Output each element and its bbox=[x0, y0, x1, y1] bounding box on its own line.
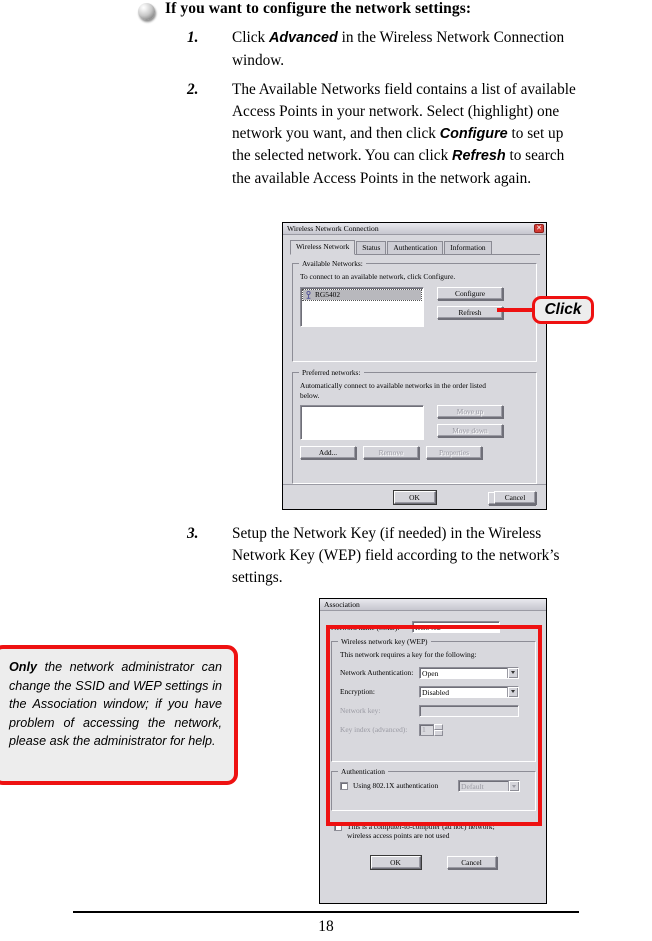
step-text: Setup the Network Key (if needed) in the… bbox=[232, 525, 560, 586]
step-item-1: 1. Click Advanced in the Wireless Networ… bbox=[170, 27, 585, 72]
network-key-input[interactable] bbox=[419, 704, 519, 717]
step-number: 3. bbox=[187, 525, 199, 542]
wireless-signal-icon bbox=[305, 290, 312, 299]
note-lead: Only bbox=[9, 660, 37, 674]
wireless-network-key-group: Wireless network key (WEP) This network … bbox=[331, 637, 536, 762]
cancel-button[interactable]: Cancel bbox=[494, 491, 536, 504]
section-heading-text: If you want to configure the network set… bbox=[165, 0, 472, 17]
dialog-title-bar: Wireless Network Connection ✕ bbox=[283, 223, 546, 235]
authentication-legend: Authentication bbox=[338, 767, 388, 776]
move-down-button[interactable]: Move down bbox=[437, 424, 503, 437]
close-icon[interactable]: ✕ bbox=[534, 224, 544, 233]
tab-wireless-network[interactable]: Wireless Network bbox=[290, 240, 356, 255]
tab-status[interactable]: Status bbox=[356, 241, 387, 254]
dialog-title: Wireless Network Connection bbox=[287, 224, 379, 233]
click-callout-label: Click bbox=[544, 301, 582, 318]
footer-divider bbox=[73, 911, 579, 913]
stepper-arrows-icon[interactable] bbox=[434, 723, 443, 736]
use-8021x-checkbox[interactable]: Using 802.1X authentication bbox=[340, 781, 458, 790]
step-text: The Available Networks field contains a … bbox=[232, 81, 576, 188]
adhoc-label: This is a computer-to-computer (ad hoc) … bbox=[347, 822, 495, 841]
step-item-2: 2. The Available Networks field contains… bbox=[170, 79, 585, 190]
wep-legend: Wireless network key (WEP) bbox=[338, 637, 431, 646]
use-8021x-label: Using 802.1X authentication bbox=[353, 781, 439, 791]
network-ssid: RG5402 bbox=[315, 290, 341, 299]
eap-type-value: Default bbox=[461, 782, 484, 791]
encryption-value: Disabled bbox=[422, 687, 449, 697]
available-networks-legend: Available Networks: bbox=[299, 259, 366, 268]
wep-hint: This network requires a key for the foll… bbox=[340, 650, 477, 659]
available-networks-list[interactable]: RG5402 bbox=[300, 286, 424, 327]
chevron-down-icon[interactable] bbox=[507, 667, 518, 678]
preferred-networks-legend: Preferred networks: bbox=[299, 368, 364, 377]
step-text: Click Advanced in the Wireless Network C… bbox=[232, 29, 565, 69]
chevron-down-icon[interactable] bbox=[508, 781, 519, 791]
ok-button[interactable]: OK bbox=[370, 856, 421, 870]
available-networks-hint: To connect to an available network, clic… bbox=[300, 272, 456, 281]
step-number: 1. bbox=[187, 29, 199, 46]
refresh-button[interactable]: Refresh bbox=[437, 305, 503, 319]
preferred-networks-list[interactable] bbox=[300, 405, 424, 440]
properties-button[interactable]: Properties bbox=[426, 446, 482, 459]
tab-strip: Wireless Network Status Authentication I… bbox=[290, 240, 540, 255]
section-heading: If you want to configure the network set… bbox=[138, 0, 638, 20]
preferred-networks-hint: Automatically connect to available netwo… bbox=[300, 381, 486, 400]
sphere-bullet-icon bbox=[138, 3, 155, 20]
preferred-networks-group: Preferred networks: Automatically connec… bbox=[292, 368, 537, 484]
dialog-title: Association bbox=[324, 600, 360, 609]
add-button[interactable]: Add... bbox=[300, 446, 356, 459]
encryption-label: Encryption: bbox=[340, 687, 375, 696]
authentication-group: Authentication Using 802.1X authenticati… bbox=[331, 767, 536, 811]
configure-button[interactable]: Configure bbox=[437, 286, 503, 300]
adhoc-checkbox[interactable]: This is a computer-to-computer (ad hoc) … bbox=[334, 822, 519, 840]
available-networks-group: Available Networks: To connect to an ava… bbox=[292, 259, 537, 362]
checkbox-box-icon[interactable] bbox=[334, 822, 342, 831]
dialog-title-bar: Association bbox=[320, 599, 546, 611]
cancel-button[interactable]: Cancel bbox=[446, 856, 497, 870]
list-item[interactable]: RG5402 bbox=[302, 288, 422, 301]
association-dialog: Association Network name (SSID): RG5402 … bbox=[319, 598, 547, 904]
move-up-button[interactable]: Move up bbox=[437, 405, 503, 418]
network-authentication-value: Open bbox=[422, 668, 439, 678]
network-authentication-label: Network Authentication: bbox=[340, 668, 414, 677]
tab-authentication[interactable]: Authentication bbox=[387, 241, 444, 254]
dialog-button-bar: OK Cancel bbox=[283, 484, 546, 511]
page-number: 18 bbox=[318, 918, 334, 935]
checkbox-box-icon[interactable] bbox=[340, 781, 348, 790]
note-body: the network administrator can change the… bbox=[9, 660, 222, 749]
network-key-label: Network key: bbox=[340, 706, 381, 715]
ssid-label: Network name (SSID): bbox=[331, 622, 400, 632]
dialog-body: Network name (SSID): RG5402 Wireless net… bbox=[320, 611, 546, 875]
tab-information[interactable]: Information bbox=[444, 241, 492, 254]
wireless-network-connection-dialog: Wireless Network Connection ✕ Wireless N… bbox=[282, 222, 547, 510]
ssid-input[interactable]: RG5402 bbox=[412, 621, 500, 633]
key-index-stepper[interactable]: 1 bbox=[419, 723, 443, 736]
encryption-select[interactable]: Disabled bbox=[419, 685, 519, 698]
network-authentication-select[interactable]: Open bbox=[419, 666, 519, 679]
ok-button[interactable]: OK bbox=[393, 491, 436, 504]
key-index-value: 1 bbox=[419, 723, 434, 736]
step-number: 2. bbox=[187, 81, 199, 98]
administrator-note-box: Only the network administrator can chang… bbox=[0, 645, 238, 785]
eap-type-select[interactable]: Default bbox=[458, 780, 520, 792]
dialog-body: Wireless Network Status Authentication I… bbox=[283, 235, 546, 510]
click-callout: Click bbox=[532, 296, 594, 324]
step-item-3: 3. Setup the Network Key (if needed) in … bbox=[170, 523, 585, 588]
key-index-label: Key index (advanced): bbox=[340, 725, 408, 734]
remove-button[interactable]: Remove bbox=[363, 446, 419, 459]
chevron-down-icon[interactable] bbox=[507, 686, 518, 697]
